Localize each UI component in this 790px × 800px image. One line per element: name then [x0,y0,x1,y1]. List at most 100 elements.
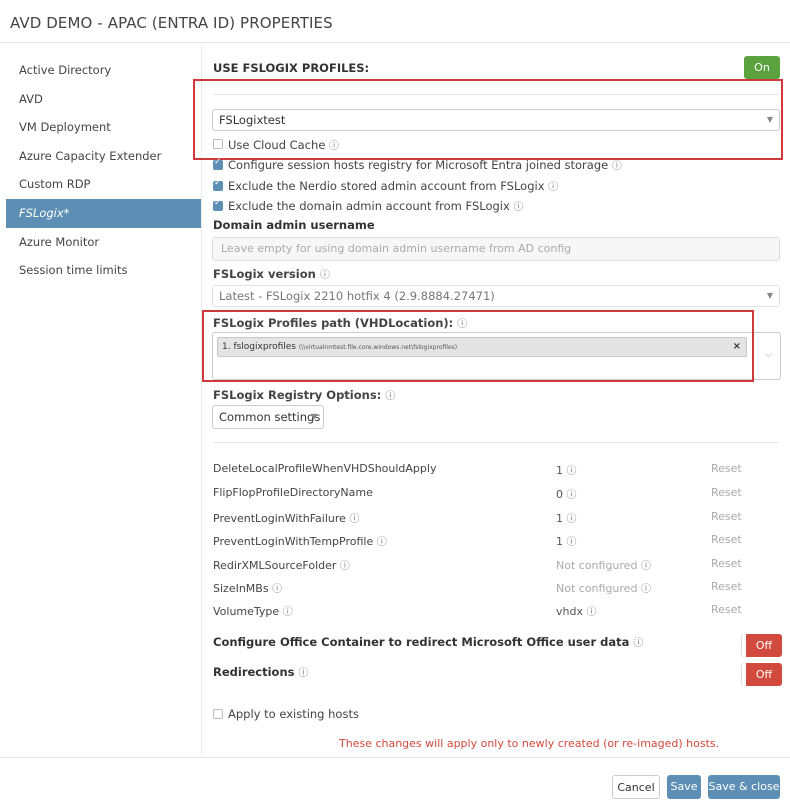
registry-row-name: DeleteLocalProfileWhenVHDShouldApply [213,462,437,475]
office-container-toggle[interactable]: Off [742,634,782,657]
sidebar-item-custom-rdp[interactable]: Custom RDP [6,170,201,199]
info-icon: ⓘ [385,391,396,402]
cancel-button[interactable]: Cancel [612,775,660,799]
sidebar-item-azure-monitor[interactable]: Azure Monitor [6,228,201,257]
sidebar: Active Directory AVD VM Deployment Azure… [6,56,201,285]
use-fslogix-label: USE FSLOGIX PROFILES: [213,61,370,75]
sidebar-item-fslogix[interactable]: FSLogix* [6,198,201,228]
registry-label: FSLogix Registry Options: [213,388,382,402]
info-icon: ⓘ [319,270,330,281]
domain-admin-label: Domain admin username [213,218,375,232]
redirections-toggle[interactable]: Off [742,663,782,686]
registry-row-name: VolumeType [213,605,280,618]
registry-row-name: PreventLoginWithTempProfile [213,535,374,548]
sidebar-item-vm-deployment[interactable]: VM Deployment [6,113,201,142]
info-icon: ⓘ [339,561,350,572]
reset-link[interactable]: Reset [711,462,742,475]
redirections-label: Redirections [213,665,295,679]
registry-row-name: FlipFlopProfileDirectoryName [213,486,373,499]
save-button[interactable]: Save [667,775,701,799]
caret-down-icon: ▼ [766,115,773,124]
exclude-domain-admin-checkbox[interactable] [213,198,223,211]
office-container-row: Configure Office Container to redirect M… [213,634,643,649]
registry-row-name-wrap: PreventLoginWithFailure ⓘ [213,510,359,525]
registry-row-value: 0 [556,488,563,501]
reset-link[interactable]: Reset [711,510,742,523]
warning-message: These changes will apply only to newly c… [339,737,720,750]
registry-row-value: 1 [556,512,563,525]
registry-select[interactable]: Common settings ▼ [212,405,324,429]
entra-storage-checkbox[interactable] [213,157,223,170]
info-icon: ⓘ [633,638,644,649]
exclude-nerdio-admin-label: Exclude the Nerdio stored admin account … [228,179,545,193]
registry-row-name-wrap: SizeInMBs ⓘ [213,580,282,595]
registry-row-name: PreventLoginWithFailure [213,512,346,525]
use-cloud-cache-row: Use Cloud Cache ⓘ [228,137,339,152]
registry-row-name-wrap: PreventLoginWithTempProfile ⓘ [213,533,387,548]
registry-row-name: SizeInMBs [213,582,269,595]
info-icon: ⓘ [566,466,577,477]
profile-select-value: FSLogixtest [219,113,286,127]
registry-row-name: RedirXMLSourceFolder [213,559,337,572]
info-icon: ⓘ [282,607,293,618]
sidebar-item-active-directory[interactable]: Active Directory [6,56,201,85]
reset-link[interactable]: Reset [711,603,742,616]
registry-row-name-wrap: VolumeType ⓘ [213,603,293,618]
registry-row-value-wrap: 1 ⓘ [556,462,577,477]
exclude-domain-admin-row: Exclude the domain admin account from FS… [228,198,523,213]
dialog-title: AVD DEMO - APAC (ENTRA ID) PROPERTIES [10,14,333,32]
profile-select[interactable]: FSLogixtest ▼ [212,109,780,131]
apply-existing-checkbox[interactable] [213,709,223,719]
reset-link[interactable]: Reset [711,486,742,499]
use-fslogix-toggle[interactable]: On [744,56,780,79]
version-label: FSLogix version [213,267,316,281]
exclude-nerdio-admin-checkbox[interactable] [213,178,223,191]
registry-row-value: Not configured [556,582,638,595]
info-icon: ⓘ [586,607,597,618]
registry-select-value: Common settings [219,410,321,424]
footer-divider [0,757,790,758]
use-cloud-cache-checkbox[interactable] [213,139,223,149]
registry-row-name-wrap: RedirXMLSourceFolder ⓘ [213,557,350,572]
info-icon: ⓘ [548,182,559,193]
registry-row-value-wrap: Not configured ⓘ [556,557,651,572]
entra-storage-label: Configure session hosts registry for Mic… [228,158,609,172]
info-icon: ⓘ [566,490,577,501]
registry-row-value-wrap: 1 ⓘ [556,510,577,525]
sidebar-item-session-time-limits[interactable]: Session time limits [6,256,201,285]
entra-storage-row: Configure session hosts registry for Mic… [228,157,622,172]
info-icon: ⓘ [349,514,360,525]
info-icon: ⓘ [298,668,309,679]
version-label-row: FSLogix version ⓘ [213,266,330,281]
info-icon: ⓘ [640,584,651,595]
reset-link[interactable]: Reset [711,533,742,546]
section-divider [213,442,779,443]
version-select[interactable]: Latest - FSLogix 2210 hotfix 4 (2.9.8884… [212,285,780,307]
info-icon: ⓘ [566,537,577,548]
registry-row-value-wrap: Not configured ⓘ [556,580,651,595]
info-icon: ⓘ [566,514,577,525]
info-icon: ⓘ [329,141,340,152]
sidebar-item-azure-capacity-extender[interactable]: Azure Capacity Extender [6,142,201,171]
registry-row-value: Not configured [556,559,638,572]
save-close-button[interactable]: Save & close [708,775,780,799]
redirections-row: Redirections ⓘ [213,664,309,679]
caret-down-icon: ▼ [310,412,317,421]
reset-link[interactable]: Reset [711,557,742,570]
highlight-box-profiles-path [202,310,754,382]
registry-row-value-wrap: 0 ⓘ [556,486,577,501]
info-icon: ⓘ [611,161,622,172]
registry-row-value: 1 [556,535,563,548]
registry-row-value: 1 [556,464,563,477]
registry-row-value-wrap: vhdx ⓘ [556,603,596,618]
chevron-down-icon[interactable]: ⌵ [764,349,772,360]
registry-row-value-wrap: 1 ⓘ [556,533,577,548]
office-container-label: Configure Office Container to redirect M… [213,635,630,649]
registry-row-value: vhdx [556,605,583,618]
exclude-nerdio-admin-row: Exclude the Nerdio stored admin account … [228,178,558,193]
domain-admin-input[interactable]: Leave empty for using domain admin usern… [212,237,780,261]
info-icon: ⓘ [640,561,651,572]
header-divider [0,42,790,43]
sidebar-item-avd[interactable]: AVD [6,85,201,114]
reset-link[interactable]: Reset [711,580,742,593]
